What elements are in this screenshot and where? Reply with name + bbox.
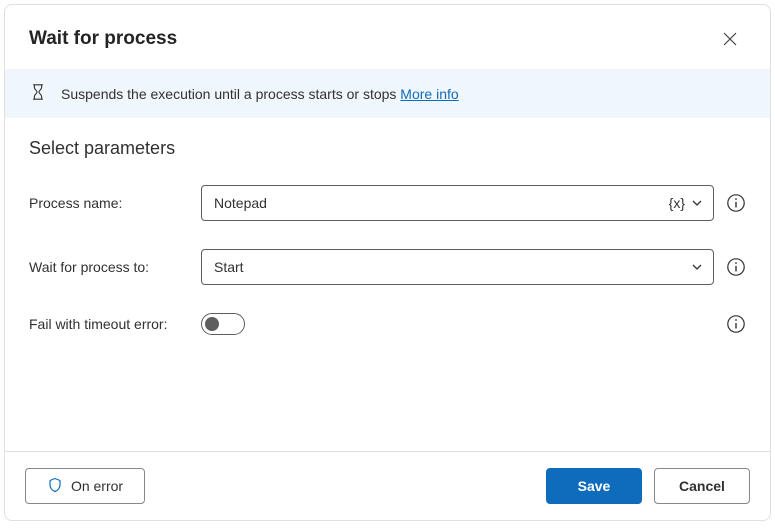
field-wait-for: Wait for process to: Start: [29, 249, 746, 285]
wait-for-control: Start: [201, 249, 746, 285]
variable-icon[interactable]: {x}: [669, 195, 685, 211]
wait-for-label: Wait for process to:: [29, 259, 201, 275]
close-icon: [723, 32, 737, 46]
wait-for-combo[interactable]: Start: [201, 249, 714, 285]
chevron-down-icon: [691, 261, 703, 273]
more-info-link[interactable]: More info: [400, 86, 458, 102]
fail-timeout-info-icon[interactable]: [726, 314, 746, 334]
section-title: Select parameters: [29, 138, 746, 159]
info-banner: Suspends the execution until a process s…: [5, 69, 770, 118]
cancel-button[interactable]: Cancel: [654, 468, 750, 504]
dialog-body: Select parameters Process name: Notepad …: [5, 118, 770, 451]
process-name-info-icon[interactable]: [726, 193, 746, 213]
field-process-name: Process name: Notepad {x}: [29, 185, 746, 221]
dialog-header: Wait for process: [5, 5, 770, 69]
process-name-value: Notepad: [214, 195, 669, 211]
close-button[interactable]: [714, 23, 746, 55]
wait-for-info-icon[interactable]: [726, 257, 746, 277]
on-error-label: On error: [71, 478, 123, 494]
banner-text-wrap: Suspends the execution until a process s…: [61, 86, 459, 102]
dialog-footer: On error Save Cancel: [5, 451, 770, 520]
save-button[interactable]: Save: [546, 468, 642, 504]
hourglass-icon: [29, 83, 47, 104]
fail-timeout-control: [201, 313, 746, 335]
field-fail-timeout: Fail with timeout error:: [29, 313, 746, 335]
wait-for-value: Start: [214, 259, 691, 275]
shield-icon: [47, 477, 63, 496]
toggle-knob: [205, 317, 219, 331]
fail-timeout-label: Fail with timeout error:: [29, 316, 201, 332]
dialog-wait-for-process: Wait for process Suspends the execution …: [4, 4, 771, 521]
chevron-down-icon: [691, 197, 703, 209]
process-name-combo[interactable]: Notepad {x}: [201, 185, 714, 221]
dialog-title: Wait for process: [29, 28, 177, 50]
footer-right: Save Cancel: [546, 468, 750, 504]
on-error-button[interactable]: On error: [25, 468, 145, 504]
banner-text: Suspends the execution until a process s…: [61, 86, 400, 102]
process-name-label: Process name:: [29, 195, 201, 211]
fail-timeout-toggle[interactable]: [201, 313, 245, 335]
process-name-control: Notepad {x}: [201, 185, 746, 221]
